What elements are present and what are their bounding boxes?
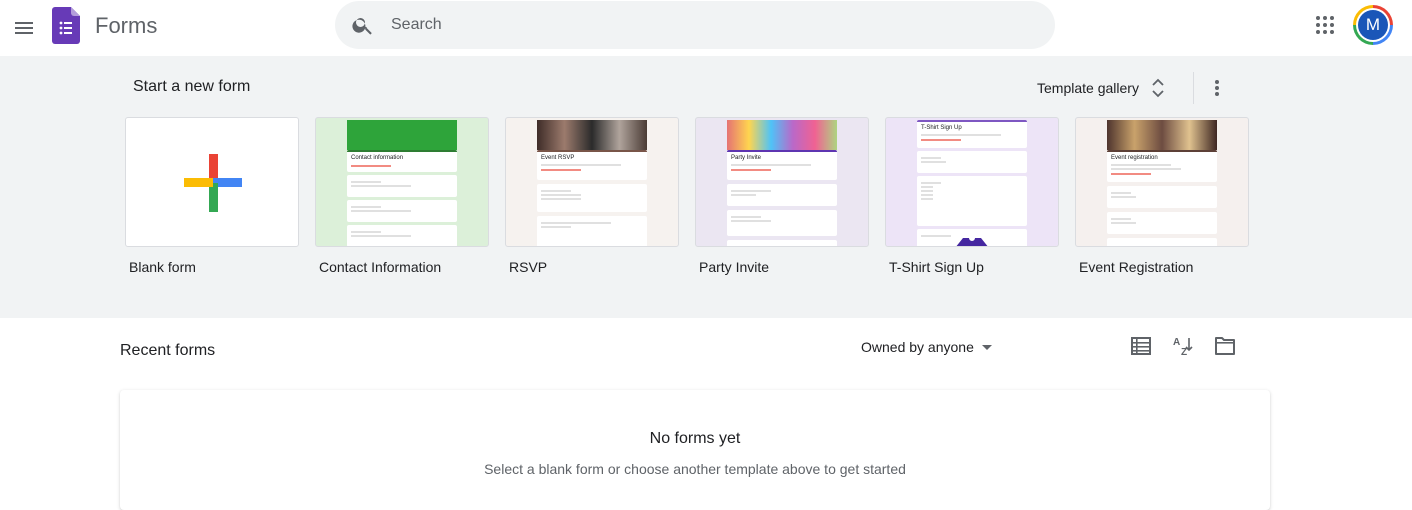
preview-title: Event RSVP <box>541 155 575 161</box>
template-blank-form[interactable]: Blank form <box>125 117 299 275</box>
preview-field <box>347 200 457 222</box>
folder-icon <box>1215 337 1235 355</box>
search-bar[interactable] <box>335 1 1055 49</box>
account-avatar-button[interactable]: M <box>1353 5 1393 45</box>
template-thumbnail[interactable]: Contact information <box>315 117 489 247</box>
preview-field <box>917 176 1027 226</box>
preview-field <box>1107 212 1217 234</box>
preview-title: Contact information <box>351 155 404 161</box>
preview-header-panel: Party Invite <box>727 150 837 180</box>
preview-line <box>351 165 391 167</box>
template-event-registration[interactable]: Event registration Event Registration <box>1075 117 1249 275</box>
template-rsvp[interactable]: Event RSVP RSVP <box>505 117 679 275</box>
avatar-initial: M <box>1358 10 1388 40</box>
template-gallery-label: Template gallery <box>1037 80 1139 96</box>
empty-state-card: No forms yet Select a blank form or choo… <box>120 390 1270 510</box>
template-label: Event Registration <box>1079 259 1194 275</box>
arrow-drop-down-icon <box>981 345 992 350</box>
template-banner <box>347 120 457 150</box>
preview-field <box>727 210 837 236</box>
preview-field <box>347 225 457 246</box>
preview-field <box>1107 186 1217 208</box>
preview-field <box>917 151 1027 173</box>
template-party-invite[interactable]: Party Invite Party Invite <box>695 117 869 275</box>
template-thumbnail[interactable]: Party Invite <box>695 117 869 247</box>
preview-header-panel: T-Shirt Sign Up <box>917 120 1027 148</box>
tshirt-icon <box>956 238 988 246</box>
template-thumbnail[interactable] <box>125 117 299 247</box>
template-section: Start a new form Template gallery Blank … <box>0 56 1412 318</box>
template-label: Contact Information <box>319 259 442 275</box>
template-contact-information[interactable]: Contact information Contact Information <box>315 117 489 275</box>
template-tshirt-sign-up[interactable]: T-Shirt Sign Up T-Shirt Sign Up <box>885 117 1059 275</box>
preview-field <box>537 184 647 212</box>
preview-field <box>537 216 647 246</box>
template-gallery-button[interactable]: Template gallery <box>1029 72 1173 104</box>
preview-header-panel: Event registration <box>1107 150 1217 182</box>
template-label: RSVP <box>509 259 548 275</box>
preview-field <box>1107 238 1217 246</box>
owner-filter-dropdown[interactable]: Owned by anyone <box>853 331 1002 363</box>
preview-header-panel: Event RSVP <box>537 150 647 180</box>
template-label: Party Invite <box>699 259 770 275</box>
more-vert-icon <box>1215 80 1219 96</box>
unfold-more-icon <box>1152 78 1164 98</box>
start-new-form-title: Start a new form <box>133 78 251 95</box>
template-label: T-Shirt Sign Up <box>889 259 984 275</box>
open-file-picker-button[interactable] <box>1209 330 1241 362</box>
template-banner <box>537 120 647 150</box>
google-apps-button[interactable] <box>1305 5 1345 45</box>
preview-title: Party Invite <box>731 155 762 161</box>
sort-az-icon: A Z <box>1173 337 1193 356</box>
template-banner <box>727 120 837 150</box>
list-view-button[interactable] <box>1125 330 1157 362</box>
preview-field <box>727 184 837 206</box>
apps-grid-icon <box>1316 16 1334 34</box>
template-banner <box>1107 120 1217 150</box>
avatar: M <box>1356 8 1390 42</box>
svg-text:A: A <box>1173 337 1180 348</box>
owner-filter-label: Owned by anyone <box>861 339 974 355</box>
preview-field <box>727 240 837 246</box>
app-title[interactable]: Forms <box>95 13 157 39</box>
preview-title: T-Shirt Sign Up <box>921 125 962 131</box>
more-options-button[interactable] <box>1201 72 1233 104</box>
empty-state-title: No forms yet <box>649 430 741 447</box>
app-header: Forms M <box>0 0 1412 56</box>
forms-logo-icon[interactable] <box>52 7 80 44</box>
svg-text:Z: Z <box>1181 347 1187 356</box>
hamburger-menu-icon <box>15 22 33 34</box>
main-menu-button[interactable] <box>4 8 44 48</box>
sort-button[interactable]: A Z <box>1167 330 1199 362</box>
recent-forms-title: Recent forms <box>120 342 216 359</box>
preview-field <box>347 175 457 197</box>
template-thumbnail[interactable]: T-Shirt Sign Up <box>885 117 1059 247</box>
template-thumbnail[interactable]: Event registration <box>1075 117 1249 247</box>
preview-header-panel: Contact information <box>347 150 457 172</box>
template-label: Blank form <box>129 259 196 275</box>
plus-icon <box>184 154 242 212</box>
preview-title: Event registration <box>1111 155 1158 161</box>
search-icon[interactable] <box>351 13 375 37</box>
list-view-icon <box>1131 337 1151 355</box>
toolbar-divider <box>1193 72 1194 104</box>
search-input[interactable] <box>391 9 1031 41</box>
template-thumbnail[interactable]: Event RSVP <box>505 117 679 247</box>
empty-state-subtitle: Select a blank form or choose another te… <box>484 461 906 477</box>
